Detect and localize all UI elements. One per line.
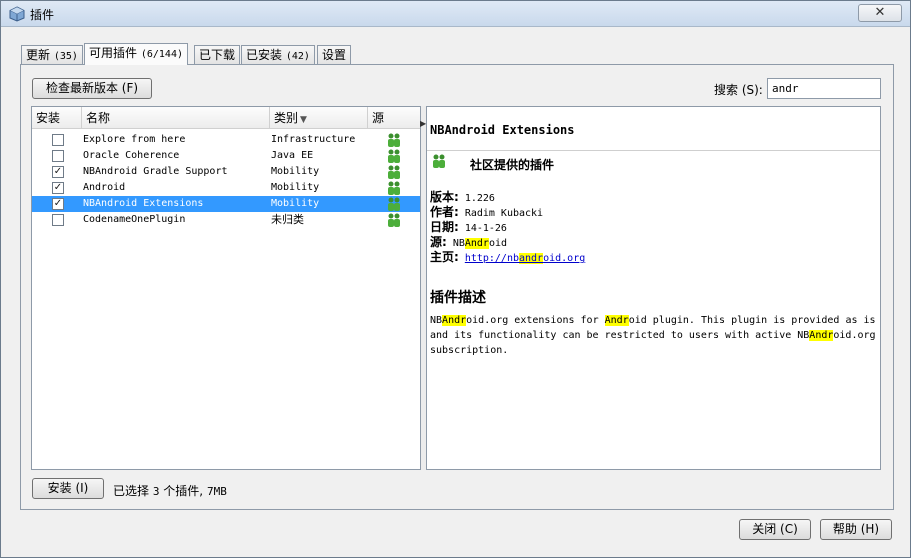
tab-label: 更新	[26, 48, 51, 62]
plugin-category: Mobility	[271, 166, 320, 177]
version-label: 版本:	[430, 190, 459, 204]
date-label: 日期:	[430, 220, 459, 234]
install-checkbox[interactable]: ✓	[52, 182, 64, 194]
plugin-category: Mobility	[271, 198, 320, 209]
link-text: oid.org	[543, 253, 586, 264]
column-header-name[interactable]: 名称	[82, 107, 270, 129]
table-row[interactable]: ✓ NBAndroid Extensions Mobility	[32, 196, 420, 212]
community-icon	[388, 197, 400, 211]
close-icon: ✕	[874, 5, 886, 20]
column-header-source[interactable]: 源	[368, 107, 420, 129]
table-row[interactable]: Explore from here Infrastructure	[32, 132, 420, 148]
community-label: 社区提供的插件	[470, 158, 555, 172]
detail-header: NBAndroid Extensions	[427, 107, 880, 151]
install-checkbox[interactable]	[52, 134, 64, 146]
window-title: 插件	[30, 8, 55, 22]
plugin-category: Mobility	[271, 182, 320, 193]
column-header-category[interactable]: 类别 ▼	[270, 107, 368, 129]
tab-count: (35)	[53, 51, 78, 62]
search-input[interactable]	[767, 78, 881, 99]
search-label: 搜索 (S):	[714, 83, 763, 97]
detail-title: NBAndroid Extensions	[430, 123, 575, 137]
plugin-name: Android	[83, 182, 126, 193]
author-label: 作者:	[430, 205, 459, 219]
column-header-category-label: 类别	[274, 111, 299, 125]
search-highlight: Andr	[604, 315, 629, 326]
description-text: NB	[430, 315, 443, 326]
status-text: 已选择	[113, 484, 150, 498]
community-icon	[388, 133, 400, 147]
close-button[interactable]: 关闭 (C)	[739, 519, 811, 540]
tab-count: (42)	[285, 51, 310, 62]
search-highlight: Andr	[809, 330, 834, 341]
selection-status: 已选择 3 个插件, 7MB	[113, 482, 227, 499]
install-checkbox[interactable]: ✓	[52, 198, 64, 210]
status-count: 3	[152, 485, 160, 498]
sort-descending-icon: ▼	[300, 115, 307, 125]
plugin-name: Explore from here	[83, 134, 186, 145]
plugin-table: 安装 名称 类别 ▼ 源 Explore from here Infrastruct…	[31, 106, 421, 470]
link-text: http://nb	[464, 253, 519, 264]
description-title: 插件描述	[430, 290, 486, 306]
plugins-dialog: 插件 ✕ 更新 (35) 可用插件 (6/144) 已下载 已安装 (42) 设…	[0, 0, 911, 558]
plugin-name: NBAndroid Gradle Support	[83, 166, 228, 177]
source-label: 源:	[430, 235, 447, 249]
community-icon	[388, 213, 400, 227]
plugin-name: CodenameOnePlugin	[83, 214, 186, 225]
homepage-link[interactable]: http://nbandroid.org	[465, 253, 585, 264]
community-icon	[388, 149, 400, 163]
tab-label: 设置	[322, 48, 347, 62]
table-row[interactable]: ✓ Android Mobility	[32, 180, 420, 196]
homepage-line: 主页: http://nbandroid.org	[430, 248, 585, 265]
tab-label: 已下载	[199, 48, 236, 62]
install-checkbox[interactable]	[52, 214, 64, 226]
search-highlight: andr	[519, 253, 544, 264]
tab-label: 可用插件	[89, 46, 138, 60]
table-row[interactable]: ✓ NBAndroid Gradle Support Mobility	[32, 164, 420, 180]
status-text: 个插件,	[163, 484, 204, 498]
tab-downloaded[interactable]: 已下载	[194, 45, 241, 64]
window-close-button[interactable]: ✕	[858, 4, 902, 22]
tab-label: 已安装	[246, 48, 283, 62]
plugin-category: 未归类	[271, 213, 304, 226]
tab-updates[interactable]: 更新 (35)	[21, 45, 83, 64]
community-icon	[433, 154, 445, 168]
tab-count: (6/144)	[140, 49, 183, 60]
tab-settings[interactable]: 设置	[317, 45, 352, 64]
description-text: oid.org extensions for	[466, 315, 605, 326]
title-bar: 插件 ✕	[1, 1, 910, 27]
community-icon	[388, 181, 400, 195]
status-size: 7MB	[206, 485, 227, 498]
plugin-category: Infrastructure	[271, 134, 356, 145]
install-button[interactable]: 安装 (I)	[32, 478, 104, 499]
plugin-description: NBAndroid.org extensions for Android plu…	[430, 313, 878, 358]
help-button[interactable]: 帮助 (H)	[820, 519, 892, 540]
install-checkbox[interactable]: ✓	[52, 166, 64, 178]
app-cube-icon	[9, 6, 25, 22]
search-highlight: Andr	[442, 315, 467, 326]
tab-installed[interactable]: 已安装 (42)	[241, 45, 315, 64]
plugin-name: NBAndroid Extensions	[83, 198, 204, 209]
plugin-detail-pane: NBAndroid Extensions 社区提供的插件 版本: 1.226 作者…	[426, 106, 881, 470]
homepage-label: 主页:	[430, 250, 459, 264]
check-updates-button[interactable]: 检查最新版本 (F)	[32, 78, 152, 99]
table-row[interactable]: Oracle Coherence Java EE	[32, 148, 420, 164]
tab-available-plugins[interactable]: 可用插件 (6/144)	[84, 43, 188, 65]
install-checkbox[interactable]	[52, 150, 64, 162]
plugin-name: Oracle Coherence	[83, 150, 180, 161]
plugin-category: Java EE	[271, 150, 314, 161]
table-row[interactable]: CodenameOnePlugin 未归类	[32, 212, 420, 228]
column-header-install[interactable]: 安装	[32, 107, 82, 129]
community-icon	[388, 165, 400, 179]
table-header: 安装 名称 类别 ▼ 源	[32, 107, 420, 129]
